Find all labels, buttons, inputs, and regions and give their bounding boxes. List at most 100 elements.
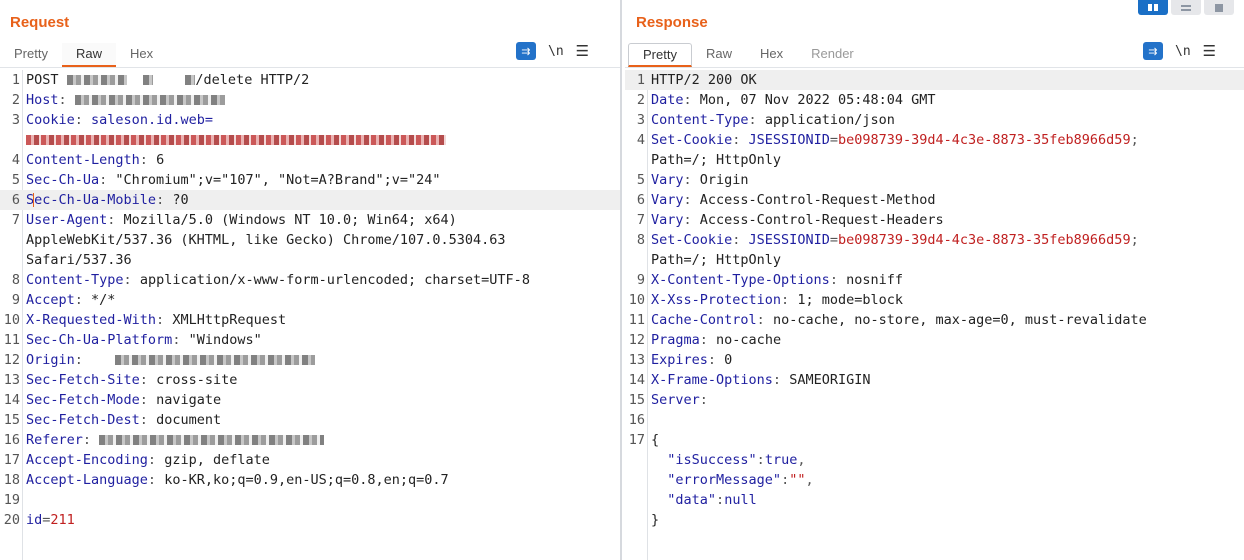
menu-icon[interactable]: ☰ <box>576 42 589 60</box>
redacted-text <box>66 75 127 85</box>
code-line: 17 Accept-Encoding: gzip, deflate <box>0 450 620 470</box>
line-content: { <box>651 432 660 448</box>
line-content: Vary: Access-Control-Request-Headers <box>651 212 944 228</box>
line-content: Vary: Origin <box>651 172 749 188</box>
line-content: X-Frame-Options: SAMEORIGIN <box>651 372 871 388</box>
code-line: 8 Set-Cookie: JSESSIONID=be098739-39d4-4c… <box>625 230 1244 250</box>
code-line: 17 { <box>625 430 1244 450</box>
line-content: "data":null <box>667 492 757 508</box>
line-number: 15 <box>628 392 645 408</box>
line-content: Cookie: saleson.id.web= <box>26 112 213 128</box>
response-tab-pretty[interactable]: Pretty <box>628 43 692 67</box>
line-content: POST /delete HTTP/2 <box>26 72 310 88</box>
line-number: 10 <box>628 292 645 308</box>
line-content: X-Content-Type-Options: nosniff <box>651 272 903 288</box>
line-number: 10 <box>3 312 20 328</box>
code-line: 20 id=211 <box>0 510 620 530</box>
code-line: 12 Pragma: no-cache <box>625 330 1244 350</box>
line-content: Path=/; HttpOnly <box>651 152 782 168</box>
line-number: 2 <box>636 92 645 108</box>
wrap-icon[interactable]: ⇉ <box>516 42 536 60</box>
line-number: 9 <box>11 292 20 308</box>
code-line: 10 X-Requested-With: XMLHttpRequest <box>0 310 620 330</box>
request-tab-pretty[interactable]: Pretty <box>0 43 62 67</box>
http-editor: Request Pretty Raw Hex ⇉ \n ☰ 1 POST /del… <box>0 0 1244 560</box>
line-number: 1 <box>636 72 645 88</box>
request-editor[interactable]: 1 POST /delete HTTP/2 2 Host: 3 Cookie: sale… <box>0 70 620 560</box>
line-content: Set-Cookie: JSESSIONID=be098739-39d4-4c3… <box>651 132 1139 148</box>
newline-toggle[interactable]: \n <box>1175 44 1191 59</box>
line-number: 11 <box>628 312 645 328</box>
line-content: Referer: <box>26 430 325 450</box>
line-content: AppleWebKit/537.36 (KHTML, like Gecko) C… <box>26 232 506 248</box>
line-content: Content-Length: 6 <box>26 152 165 168</box>
line-number: 8 <box>11 272 20 288</box>
response-tabs: Pretty Raw Hex Render <box>625 43 868 67</box>
line-number: 2 <box>11 92 20 108</box>
response-panel: Response Pretty Raw Hex Render ⇉ \n ☰ 1 H… <box>625 0 1244 560</box>
line-content <box>26 130 446 150</box>
code-line: 7 Vary: Access-Control-Request-Headers <box>625 210 1244 230</box>
line-content: "errorMessage":"", <box>667 472 814 488</box>
redacted-text <box>142 75 153 85</box>
response-title: Response <box>636 14 708 31</box>
pane-divider[interactable] <box>620 0 622 560</box>
code-line: 15 Sec-Fetch-Dest: document <box>0 410 620 430</box>
menu-icon[interactable]: ☰ <box>1203 42 1216 60</box>
code-line: 19 <box>0 490 620 510</box>
line-content: X-Requested-With: XMLHttpRequest <box>26 312 287 328</box>
line-content: Set-Cookie: JSESSIONID=be098739-39d4-4c3… <box>651 232 1139 248</box>
response-tab-hex[interactable]: Hex <box>746 43 797 67</box>
request-tab-raw[interactable]: Raw <box>61 43 116 67</box>
newline-toggle[interactable]: \n <box>548 44 564 59</box>
line-number: 6 <box>11 192 20 208</box>
code-line: Path=/; HttpOnly <box>625 250 1244 270</box>
line-number: 17 <box>628 432 645 448</box>
line-content: Sec-Ch-Ua-Platform: "Windows" <box>26 332 262 348</box>
request-tabs: Pretty Raw Hex <box>0 43 167 67</box>
code-line: 10 X-Xss-Protection: 1; mode=block <box>625 290 1244 310</box>
code-line: 5 Sec-Ch-Ua: "Chromium";v="107", "Not=A?B… <box>0 170 620 190</box>
code-line: 5 Vary: Origin <box>625 170 1244 190</box>
line-number: 13 <box>3 372 20 388</box>
redacted-text <box>115 355 316 365</box>
response-tab-raw[interactable]: Raw <box>692 43 746 67</box>
code-line: 18 Accept-Language: ko-KR,ko;q=0.9,en-US;… <box>0 470 620 490</box>
line-content: Accept-Language: ko-KR,ko;q=0.9,en-US;q=… <box>26 472 449 488</box>
code-line: 16 Referer: <box>0 430 620 450</box>
code-line: 14 X-Frame-Options: SAMEORIGIN <box>625 370 1244 390</box>
line-content: Pragma: no-cache <box>651 332 782 348</box>
code-line: 3 Cookie: saleson.id.web= <box>0 110 620 130</box>
code-line: 3 Content-Type: application/json <box>625 110 1244 130</box>
code-line: 7 User-Agent: Mozilla/5.0 (Windows NT 10.… <box>0 210 620 230</box>
wrap-icon[interactable]: ⇉ <box>1143 42 1163 60</box>
line-content: Vary: Access-Control-Request-Method <box>651 192 936 208</box>
line-number: 4 <box>636 132 645 148</box>
line-number: 18 <box>3 472 20 488</box>
line-number: 9 <box>636 272 645 288</box>
request-title: Request <box>10 14 70 31</box>
request-tab-hex[interactable]: Hex <box>116 43 167 67</box>
code-line: 8 Content-Type: application/x-www-form-ur… <box>0 270 620 290</box>
line-number: 19 <box>3 492 20 508</box>
code-line: 9 X-Content-Type-Options: nosniff <box>625 270 1244 290</box>
code-line: "data":null <box>625 490 1244 510</box>
code-line: 2 Date: Mon, 07 Nov 2022 05:48:04 GMT <box>625 90 1244 110</box>
redacted-text <box>185 75 196 85</box>
line-content: Server: <box>651 392 708 408</box>
line-number: 7 <box>11 212 20 228</box>
line-content: Cache-Control: no-cache, no-store, max-a… <box>651 312 1147 328</box>
line-content: Sec-Fetch-Mode: navigate <box>26 392 222 408</box>
line-content: } <box>651 512 660 528</box>
response-tab-render[interactable]: Render <box>797 43 868 67</box>
line-number: 8 <box>636 232 645 248</box>
code-line: Safari/537.36 <box>0 250 620 270</box>
line-number: 14 <box>628 372 645 388</box>
line-content: Accept: */* <box>26 292 116 308</box>
line-content: Path=/; HttpOnly <box>651 252 782 268</box>
line-number: 6 <box>636 192 645 208</box>
line-number: 16 <box>3 432 20 448</box>
line-number: 13 <box>628 352 645 368</box>
code-line <box>0 130 620 150</box>
code-line: 13 Expires: 0 <box>625 350 1244 370</box>
